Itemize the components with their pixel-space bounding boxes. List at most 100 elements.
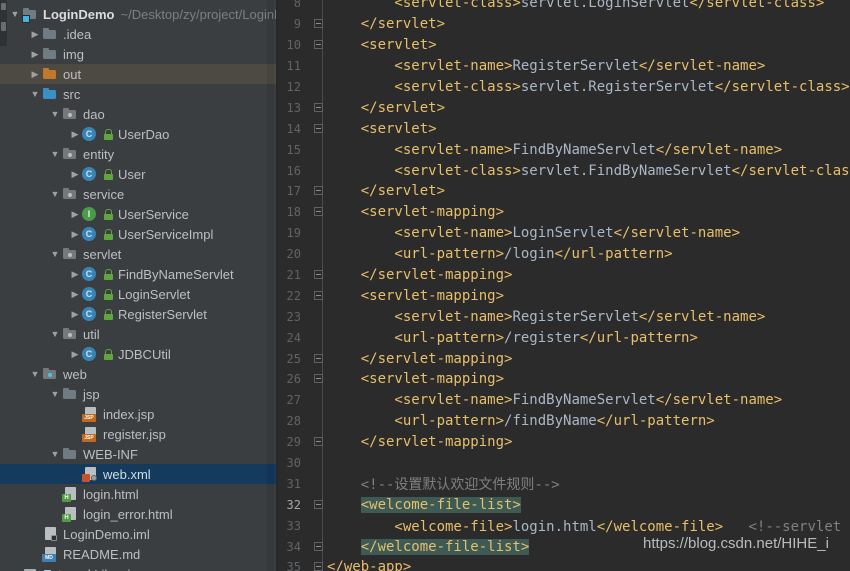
tree-item-img[interactable]: ▶img — [0, 44, 276, 64]
tree-item-userserviceimpl[interactable]: ▶CUserServiceImpl — [0, 224, 276, 244]
chevron-expanded-icon[interactable]: ▼ — [8, 4, 22, 24]
tree-item-entity[interactable]: ▼entity — [0, 144, 276, 164]
chevron-expanded-icon[interactable]: ▼ — [48, 184, 62, 204]
tree-item-servlet[interactable]: ▼servlet — [0, 244, 276, 264]
code-line-15[interactable]: 15 <servlet-name>FindByNameServlet</serv… — [279, 139, 850, 160]
code-line-16[interactable]: 16 <servlet-class>servlet.FindByNameServ… — [279, 160, 850, 181]
tree-item-out[interactable]: ▶out — [0, 64, 276, 84]
stripe-icon[interactable] — [1, 22, 6, 31]
tree-item-login-error-html[interactable]: Hlogin_error.html — [0, 504, 276, 524]
fold-end-marker[interactable] — [314, 270, 323, 279]
tree-item-userservice[interactable]: ▶IUserService — [0, 204, 276, 224]
code-line-23[interactable]: 23 <servlet-name>RegisterServlet</servle… — [279, 306, 850, 327]
code-line-17[interactable]: 17 </servlet> — [279, 181, 850, 202]
chevron-expanded-icon[interactable]: ▼ — [28, 84, 42, 104]
fold-end-marker[interactable] — [314, 542, 323, 551]
code-line-10[interactable]: 10 <servlet> — [279, 35, 850, 56]
tree-item-index-jsp[interactable]: JSPindex.jsp — [0, 404, 276, 424]
line-number: 20 — [279, 247, 301, 261]
tool-window-stripe[interactable] — [0, 0, 7, 46]
code-line-33[interactable]: 33 <welcome-file>login.html</welcome-fil… — [279, 515, 850, 536]
tree-item-login-html[interactable]: Hlogin.html — [0, 484, 276, 504]
tree-item-web-xml[interactable]: web.xml — [0, 464, 276, 484]
chevron-collapsed-icon[interactable]: ▶ — [68, 164, 82, 184]
code-line-26[interactable]: 26 <servlet-mapping> — [279, 369, 850, 390]
tree-item-dao[interactable]: ▼dao — [0, 104, 276, 124]
chevron-collapsed-icon[interactable]: ▶ — [28, 44, 42, 64]
tree-item-util[interactable]: ▼util — [0, 324, 276, 344]
chevron-expanded-icon[interactable]: ▼ — [48, 324, 62, 344]
chevron-collapsed-icon[interactable]: ▶ — [68, 224, 82, 244]
tree-item-web-inf[interactable]: ▼WEB-INF — [0, 444, 276, 464]
fold-start-marker[interactable] — [314, 124, 323, 133]
code-line-14[interactable]: 14 <servlet> — [279, 118, 850, 139]
chevron-expanded-icon[interactable]: ▼ — [48, 244, 62, 264]
code-line-12[interactable]: 12 <servlet-class>servlet.RegisterServle… — [279, 77, 850, 98]
fold-start-marker[interactable] — [314, 40, 323, 49]
code-line-20[interactable]: 20 <url-pattern>/login</url-pattern> — [279, 244, 850, 265]
fold-start-marker[interactable] — [314, 207, 323, 216]
chevron-collapsed-icon[interactable]: ▶ — [68, 124, 82, 144]
code-line-8[interactable]: 8 <servlet-class>servlet.LoginServlet</s… — [279, 0, 850, 14]
code-line-29[interactable]: 29 </servlet-mapping> — [279, 432, 850, 453]
fold-start-marker[interactable] — [314, 374, 323, 383]
tree-item-loginservlet[interactable]: ▶CLoginServlet — [0, 284, 276, 304]
fold-end-marker[interactable] — [314, 437, 323, 446]
code-line-30[interactable]: 30 — [279, 453, 850, 474]
tree-item-jdbcutil[interactable]: ▶CJDBCUtil — [0, 344, 276, 364]
chevron-collapsed-icon[interactable]: ▶ — [8, 564, 22, 571]
tree-item-readme-md[interactable]: MDREADME.md — [0, 544, 276, 564]
chevron-collapsed-icon[interactable]: ▶ — [68, 344, 82, 364]
chevron-collapsed-icon[interactable]: ▶ — [28, 64, 42, 84]
code-line-21[interactable]: 21 </servlet-mapping> — [279, 265, 850, 286]
fold-end-marker[interactable] — [314, 186, 323, 195]
chevron-collapsed-icon[interactable]: ▶ — [68, 304, 82, 324]
chevron-collapsed-icon[interactable]: ▶ — [68, 204, 82, 224]
tree-item-src[interactable]: ▼src — [0, 84, 276, 104]
xml-tag: </servlet-name> — [656, 142, 782, 158]
code-line-22[interactable]: 22 <servlet-mapping> — [279, 285, 850, 306]
code-line-27[interactable]: 27 <servlet-name>FindByNameServlet</serv… — [279, 390, 850, 411]
tree-item-web[interactable]: ▼web — [0, 364, 276, 384]
code-line-35[interactable]: 35</web-app> — [279, 557, 850, 571]
tree-item-service[interactable]: ▼service — [0, 184, 276, 204]
code-line-9[interactable]: 9 </servlet> — [279, 14, 850, 35]
tree-item-logindemo-iml[interactable]: LoginDemo.iml — [0, 524, 276, 544]
tree-item-findbynameservlet[interactable]: ▶CFindByNameServlet — [0, 264, 276, 284]
chevron-expanded-icon[interactable]: ▼ — [28, 364, 42, 384]
code-line-25[interactable]: 25 </servlet-mapping> — [279, 348, 850, 369]
tree-item-idea[interactable]: ▶.idea — [0, 24, 276, 44]
chevron-collapsed-icon[interactable]: ▶ — [68, 264, 82, 284]
code-line-18[interactable]: 18 <servlet-mapping> — [279, 202, 850, 223]
fold-start-marker[interactable] — [314, 500, 323, 509]
tree-item-jsp[interactable]: ▼jsp — [0, 384, 276, 404]
chevron-expanded-icon[interactable]: ▼ — [48, 104, 62, 124]
code-line-31[interactable]: 31 <!--设置默认欢迎文件规则--> — [279, 473, 850, 494]
chevron-expanded-icon[interactable]: ▼ — [48, 144, 62, 164]
tree-item-user[interactable]: ▶CUser — [0, 164, 276, 184]
code-line-11[interactable]: 11 <servlet-name>RegisterServlet</servle… — [279, 56, 850, 77]
tree-item-registerservlet[interactable]: ▶CRegisterServlet — [0, 304, 276, 324]
code-line-24[interactable]: 24 <url-pattern>/register</url-pattern> — [279, 327, 850, 348]
stripe-icon[interactable] — [1, 3, 6, 10]
class-icon: C — [82, 226, 98, 242]
chevron-expanded-icon[interactable]: ▼ — [48, 444, 62, 464]
fold-end-marker[interactable] — [314, 103, 323, 112]
code-line-28[interactable]: 28 <url-pattern>/findByName</url-pattern… — [279, 411, 850, 432]
fold-end-marker[interactable] — [314, 562, 323, 571]
fold-start-marker[interactable] — [314, 291, 323, 300]
tree-item-register-jsp[interactable]: JSPregister.jsp — [0, 424, 276, 444]
tree-scrollbar[interactable] — [267, 0, 274, 571]
gutter-fold-column — [301, 536, 327, 557]
tree-item-external-libraries[interactable]: ▶External Libraries — [0, 564, 276, 571]
code-line-32[interactable]: 32 <welcome-file-list> — [279, 494, 850, 515]
fold-end-marker[interactable] — [314, 354, 323, 363]
fold-end-marker[interactable] — [314, 19, 323, 28]
code-line-19[interactable]: 19 <servlet-name>LoginServlet</servlet-n… — [279, 223, 850, 244]
chevron-collapsed-icon[interactable]: ▶ — [68, 284, 82, 304]
chevron-expanded-icon[interactable]: ▼ — [48, 384, 62, 404]
tree-item-userdao[interactable]: ▶CUserDao — [0, 124, 276, 144]
chevron-collapsed-icon[interactable]: ▶ — [28, 24, 42, 44]
tree-item-logindemo[interactable]: ▼LoginDemo~/Desktop/zy/project/LoginDemo — [0, 4, 276, 24]
code-line-13[interactable]: 13 </servlet> — [279, 97, 850, 118]
